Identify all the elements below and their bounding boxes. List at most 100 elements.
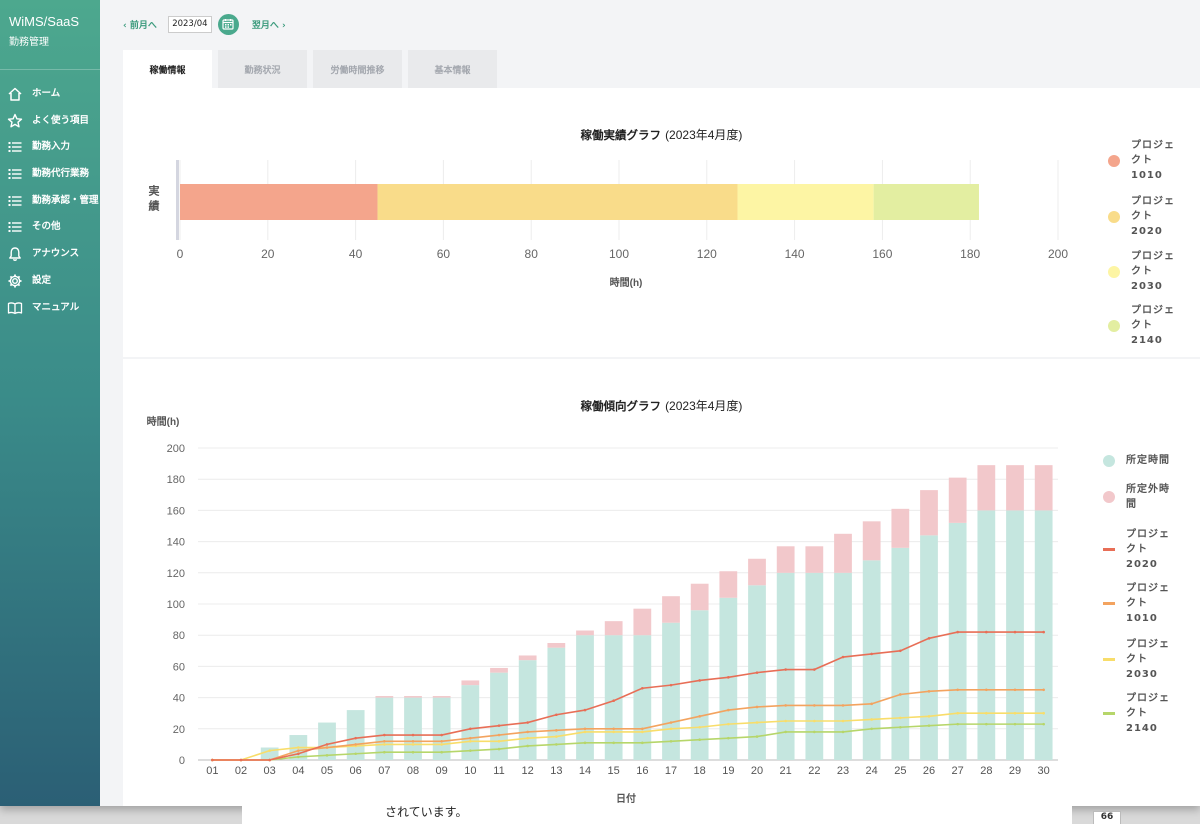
x-tick-label: 23 bbox=[837, 765, 849, 777]
sidebar-item-label: 勤務入力 bbox=[32, 141, 71, 153]
x-tick-label: 04 bbox=[292, 765, 304, 777]
overtime-bar bbox=[432, 696, 451, 698]
sidebar-item-4[interactable]: 勤務代行業務 bbox=[0, 168, 100, 195]
x-tick-label: 30 bbox=[1038, 765, 1050, 777]
overtime-bar bbox=[547, 643, 566, 648]
x-tick-label: 08 bbox=[407, 765, 419, 777]
next-month-label: 翌月へ bbox=[251, 20, 279, 31]
x-axis-title: 時間(h) bbox=[610, 276, 643, 289]
y-tick-label: 40 bbox=[173, 693, 185, 705]
series-point bbox=[899, 649, 902, 653]
sidebar-item-7[interactable]: アナウンス bbox=[0, 247, 100, 275]
legend-swatch bbox=[1108, 319, 1120, 332]
series-point bbox=[583, 727, 587, 731]
x-tick-label: 60 bbox=[437, 247, 451, 261]
series-line bbox=[212, 712, 1044, 761]
calendar-button[interactable] bbox=[217, 13, 239, 35]
x-tick-label: 24 bbox=[866, 765, 878, 777]
series-point bbox=[583, 741, 587, 745]
sidebar-item-8[interactable]: 設定 bbox=[0, 274, 100, 302]
overtime-bar bbox=[834, 533, 852, 573]
series-point bbox=[784, 719, 787, 723]
legend-label: プロジェクト1010 bbox=[1131, 140, 1175, 181]
series-point bbox=[583, 730, 587, 734]
actual-chart-title-period: (2023年4月度) bbox=[665, 128, 743, 142]
y-tick-label: 60 bbox=[173, 661, 185, 673]
overtime-bar bbox=[977, 465, 996, 511]
sidebar-item-5[interactable]: 勤務承認・管理 bbox=[0, 195, 100, 222]
legend-swatch bbox=[1108, 265, 1120, 278]
series-point bbox=[526, 721, 529, 724]
series-point bbox=[956, 630, 959, 634]
legend-item[interactable]: プロジェクト1010 bbox=[1108, 138, 1188, 183]
x-tick-label: 20 bbox=[751, 765, 763, 777]
series-point bbox=[870, 702, 873, 706]
legend-item[interactable]: プロジェクト2020 bbox=[1103, 527, 1183, 572]
overtime-bar bbox=[461, 680, 480, 686]
overtime-bar bbox=[891, 508, 910, 548]
x-tick-label: 27 bbox=[952, 765, 964, 777]
series-point bbox=[870, 727, 873, 731]
tab-work-hours-trend[interactable]: 労働時間推移 bbox=[313, 50, 402, 88]
series-point bbox=[612, 741, 615, 745]
sidebar-item-6[interactable]: その他 bbox=[0, 221, 100, 248]
scheduled-bar bbox=[490, 672, 508, 760]
series-point bbox=[612, 730, 615, 734]
x-tick-label: 29 bbox=[1009, 765, 1021, 777]
sidebar-item-2[interactable]: よく使う項目 bbox=[0, 113, 100, 142]
legend-label: プロジェクト1010 bbox=[1126, 583, 1170, 624]
legend-label: プロジェクト2140 bbox=[1131, 305, 1175, 346]
brand[interactable]: WiMS/SaaS 勤務管理 bbox=[0, 0, 100, 70]
x-tick-label: 11 bbox=[493, 765, 504, 777]
legend-item[interactable]: プロジェクト1010 bbox=[1103, 581, 1183, 626]
scheduled-bar bbox=[404, 697, 422, 760]
list-icon bbox=[8, 169, 22, 180]
x-tick-label: 16 bbox=[636, 765, 648, 777]
tab-operation-info[interactable]: 稼働情報 bbox=[123, 50, 212, 88]
series-point bbox=[297, 755, 300, 759]
series-point bbox=[497, 747, 501, 751]
tab-basic-info[interactable]: 基本情報 bbox=[408, 50, 497, 88]
series-point bbox=[268, 749, 271, 752]
series-point bbox=[841, 730, 845, 734]
series-point bbox=[1042, 630, 1045, 634]
x-tick-label: 10 bbox=[464, 765, 476, 777]
tab-work-status[interactable]: 勤務状況 bbox=[218, 50, 307, 88]
series-point bbox=[755, 721, 759, 724]
series-point bbox=[526, 730, 529, 734]
series-point bbox=[813, 704, 816, 707]
overtime-bar bbox=[776, 546, 795, 573]
next-month-link[interactable]: 翌月へ › bbox=[252, 18, 286, 31]
y-tick-label: 140 bbox=[167, 537, 185, 549]
scheduled-bar bbox=[432, 697, 451, 760]
sidebar-item-9[interactable]: マニュアル bbox=[0, 302, 100, 329]
series-point bbox=[698, 679, 701, 682]
trend-chart-panel: 稼働傾向グラフ (2023年4月度) 時間(h) 0 20 40 60 80 100 120 1… bbox=[123, 359, 1200, 806]
prev-month-link[interactable]: ‹ 前月へ bbox=[123, 18, 157, 31]
legend-item[interactable]: プロジェクト2030 bbox=[1103, 637, 1183, 682]
legend-item[interactable]: 所定外時間 bbox=[1103, 482, 1183, 512]
series-point bbox=[641, 727, 644, 731]
x-axis-title: 日付 bbox=[616, 792, 636, 805]
legend-swatch bbox=[1103, 712, 1115, 715]
x-tick-label: 17 bbox=[665, 765, 677, 777]
month-input[interactable]: 2023/04 bbox=[167, 15, 212, 33]
legend-item[interactable]: 所定時間 bbox=[1103, 453, 1183, 468]
series-line bbox=[212, 688, 1044, 761]
legend-item[interactable]: プロジェクト2140 bbox=[1108, 303, 1188, 348]
actual-chart-title-main: 稼働実績グラフ bbox=[580, 128, 662, 142]
series-point bbox=[1042, 711, 1045, 715]
series-point bbox=[956, 722, 959, 726]
legend-item[interactable]: プロジェクト2020 bbox=[1108, 194, 1188, 239]
sidebar-item-3[interactable]: 勤務入力 bbox=[0, 141, 100, 168]
legend-item[interactable]: プロジェクト2030 bbox=[1108, 249, 1188, 294]
series-point bbox=[841, 704, 845, 707]
series-point bbox=[411, 733, 415, 737]
y-tick-label: 120 bbox=[167, 568, 185, 580]
scheduled-bar bbox=[690, 610, 709, 760]
x-tick-label: 19 bbox=[722, 765, 734, 777]
sidebar-item-1[interactable]: ホーム bbox=[0, 87, 100, 115]
legend-swatch bbox=[1103, 602, 1115, 605]
legend-item[interactable]: プロジェクト2140 bbox=[1103, 691, 1183, 736]
x-tick-label: 12 bbox=[522, 765, 534, 777]
